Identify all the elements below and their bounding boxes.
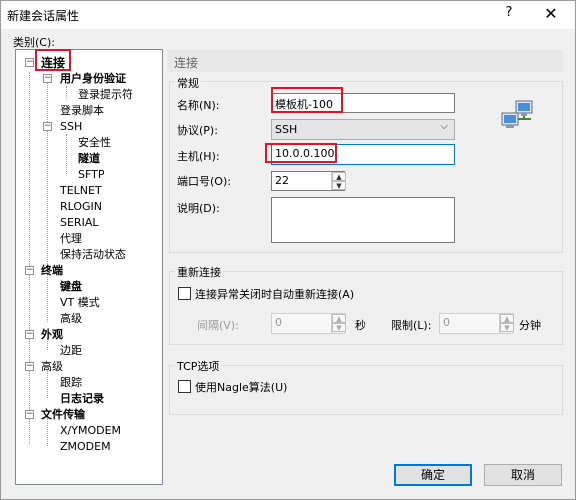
protocol-select[interactable]: SSH ⌵ bbox=[271, 119, 455, 140]
description-label: 说明(D): bbox=[177, 202, 220, 215]
tree-item-terminal-advanced[interactable]: 高级 bbox=[60, 312, 82, 326]
nagle-checkbox-label[interactable]: 使用Nagle算法(U) bbox=[195, 379, 287, 395]
reconnect-checkbox[interactable] bbox=[178, 287, 191, 300]
collapse-icon[interactable]: − bbox=[25, 362, 34, 371]
spin-down-icon[interactable]: ▼ bbox=[332, 181, 346, 190]
tree-item-trace[interactable]: 跟踪 bbox=[60, 376, 82, 390]
interval-unit: 秒 bbox=[355, 319, 366, 332]
port-spinner[interactable]: ▲ ▼ bbox=[331, 172, 346, 190]
help-button[interactable]: ? bbox=[499, 5, 519, 20]
tree-item-sftp[interactable]: SFTP bbox=[78, 168, 104, 182]
collapse-icon[interactable]: − bbox=[25, 266, 34, 275]
category-label: 类别(C): bbox=[13, 36, 55, 49]
general-group-title: 常规 bbox=[175, 75, 201, 91]
tree-item-tunnel[interactable]: 隧道 bbox=[78, 152, 100, 166]
name-label: 名称(N): bbox=[177, 99, 220, 112]
tree-line bbox=[66, 86, 67, 98]
tcp-group-title: TCP选项 bbox=[175, 358, 222, 374]
window-title: 新建会话属性 bbox=[7, 9, 80, 23]
tree-item-terminal[interactable]: 终端 bbox=[41, 264, 63, 278]
highlight-box bbox=[265, 143, 337, 163]
tree-item-user-auth[interactable]: 用户身份验证 bbox=[60, 72, 126, 86]
tree-item-keepalive[interactable]: 保持活动状态 bbox=[60, 248, 126, 262]
tree-line bbox=[29, 72, 30, 444]
tree-item-xymodem[interactable]: X/YMODEM bbox=[60, 424, 121, 438]
spin-down-icon[interactable]: ▼ bbox=[332, 323, 346, 332]
ok-button[interactable]: 确定 bbox=[394, 464, 472, 486]
limit-spinner[interactable]: ▲ ▼ bbox=[499, 314, 514, 333]
tree-line bbox=[47, 274, 48, 322]
collapse-icon[interactable]: − bbox=[25, 410, 34, 419]
host-label: 主机(H): bbox=[177, 150, 220, 163]
interval-spinner[interactable]: ▲ ▼ bbox=[331, 314, 346, 333]
tree-line bbox=[66, 134, 67, 174]
tree-item-login-script[interactable]: 登录脚本 bbox=[60, 104, 104, 118]
panel-title: 连接 bbox=[174, 56, 199, 70]
highlight-box bbox=[271, 87, 343, 113]
tree-item-serial[interactable]: SERIAL bbox=[60, 216, 98, 230]
tree-item-margins[interactable]: 边距 bbox=[60, 344, 82, 358]
cancel-button[interactable]: 取消 bbox=[484, 464, 562, 486]
panel-header: 连接 bbox=[167, 50, 563, 72]
description-input[interactable] bbox=[271, 197, 455, 243]
spin-up-icon[interactable]: ▲ bbox=[500, 314, 514, 323]
tree-line bbox=[47, 78, 48, 286]
limit-unit: 分钟 bbox=[519, 319, 541, 332]
tree-item-zmodem[interactable]: ZMODEM bbox=[60, 440, 111, 454]
tree-item-appearance[interactable]: 外观 bbox=[41, 328, 63, 342]
collapse-icon[interactable]: − bbox=[25, 58, 34, 67]
tree-item-file-transfer[interactable]: 文件传输 bbox=[41, 408, 85, 422]
category-tree[interactable]: − − − − − − − 连接 用户身份验证 登录提示符 登录脚本 SSH 安… bbox=[15, 49, 163, 485]
tree-item-proxy[interactable]: 代理 bbox=[60, 232, 82, 246]
highlight-box bbox=[35, 49, 71, 71]
tree-line bbox=[47, 370, 48, 398]
chevron-down-icon: ⌵ bbox=[440, 121, 448, 132]
protocol-label: 协议(P): bbox=[177, 124, 218, 137]
spin-up-icon[interactable]: ▲ bbox=[332, 314, 346, 323]
tree-item-advanced[interactable]: 高级 bbox=[41, 360, 63, 374]
tree-item-vt-mode[interactable]: VT 模式 bbox=[60, 296, 100, 310]
protocol-value: SSH bbox=[275, 123, 298, 136]
tree-item-security[interactable]: 安全性 bbox=[78, 136, 111, 150]
session-properties-dialog: 新建会话属性 ? ✕ 类别(C): − − − − − − − 连接 用户身份验… bbox=[0, 0, 576, 500]
limit-label: 限制(L): bbox=[391, 319, 432, 332]
nagle-checkbox[interactable] bbox=[178, 380, 191, 393]
interval-label: 间隔(V): bbox=[197, 319, 239, 332]
tree-item-ssh[interactable]: SSH bbox=[60, 120, 82, 134]
tree-item-rlogin[interactable]: RLOGIN bbox=[60, 200, 102, 214]
collapse-icon[interactable]: − bbox=[43, 122, 52, 131]
close-button[interactable]: ✕ bbox=[537, 3, 565, 25]
collapse-icon[interactable]: − bbox=[25, 330, 34, 339]
spin-up-icon[interactable]: ▲ bbox=[332, 172, 346, 181]
spin-down-icon[interactable]: ▼ bbox=[500, 323, 514, 332]
tree-item-telnet[interactable]: TELNET bbox=[60, 184, 102, 198]
reconnect-checkbox-label[interactable]: 连接异常关闭时自动重新连接(A) bbox=[195, 286, 354, 302]
title-bar: 新建会话属性 ? ✕ bbox=[1, 1, 575, 29]
reconnect-group-title: 重新连接 bbox=[175, 264, 223, 280]
tree-line bbox=[47, 418, 48, 446]
port-label: 端口号(O): bbox=[177, 175, 231, 188]
tree-item-logging[interactable]: 日志记录 bbox=[60, 392, 104, 406]
tree-item-keyboard[interactable]: 键盘 bbox=[60, 280, 82, 294]
tree-item-login-prompt[interactable]: 登录提示符 bbox=[78, 88, 133, 102]
network-computers-icon bbox=[501, 100, 533, 128]
collapse-icon[interactable]: − bbox=[43, 74, 52, 83]
